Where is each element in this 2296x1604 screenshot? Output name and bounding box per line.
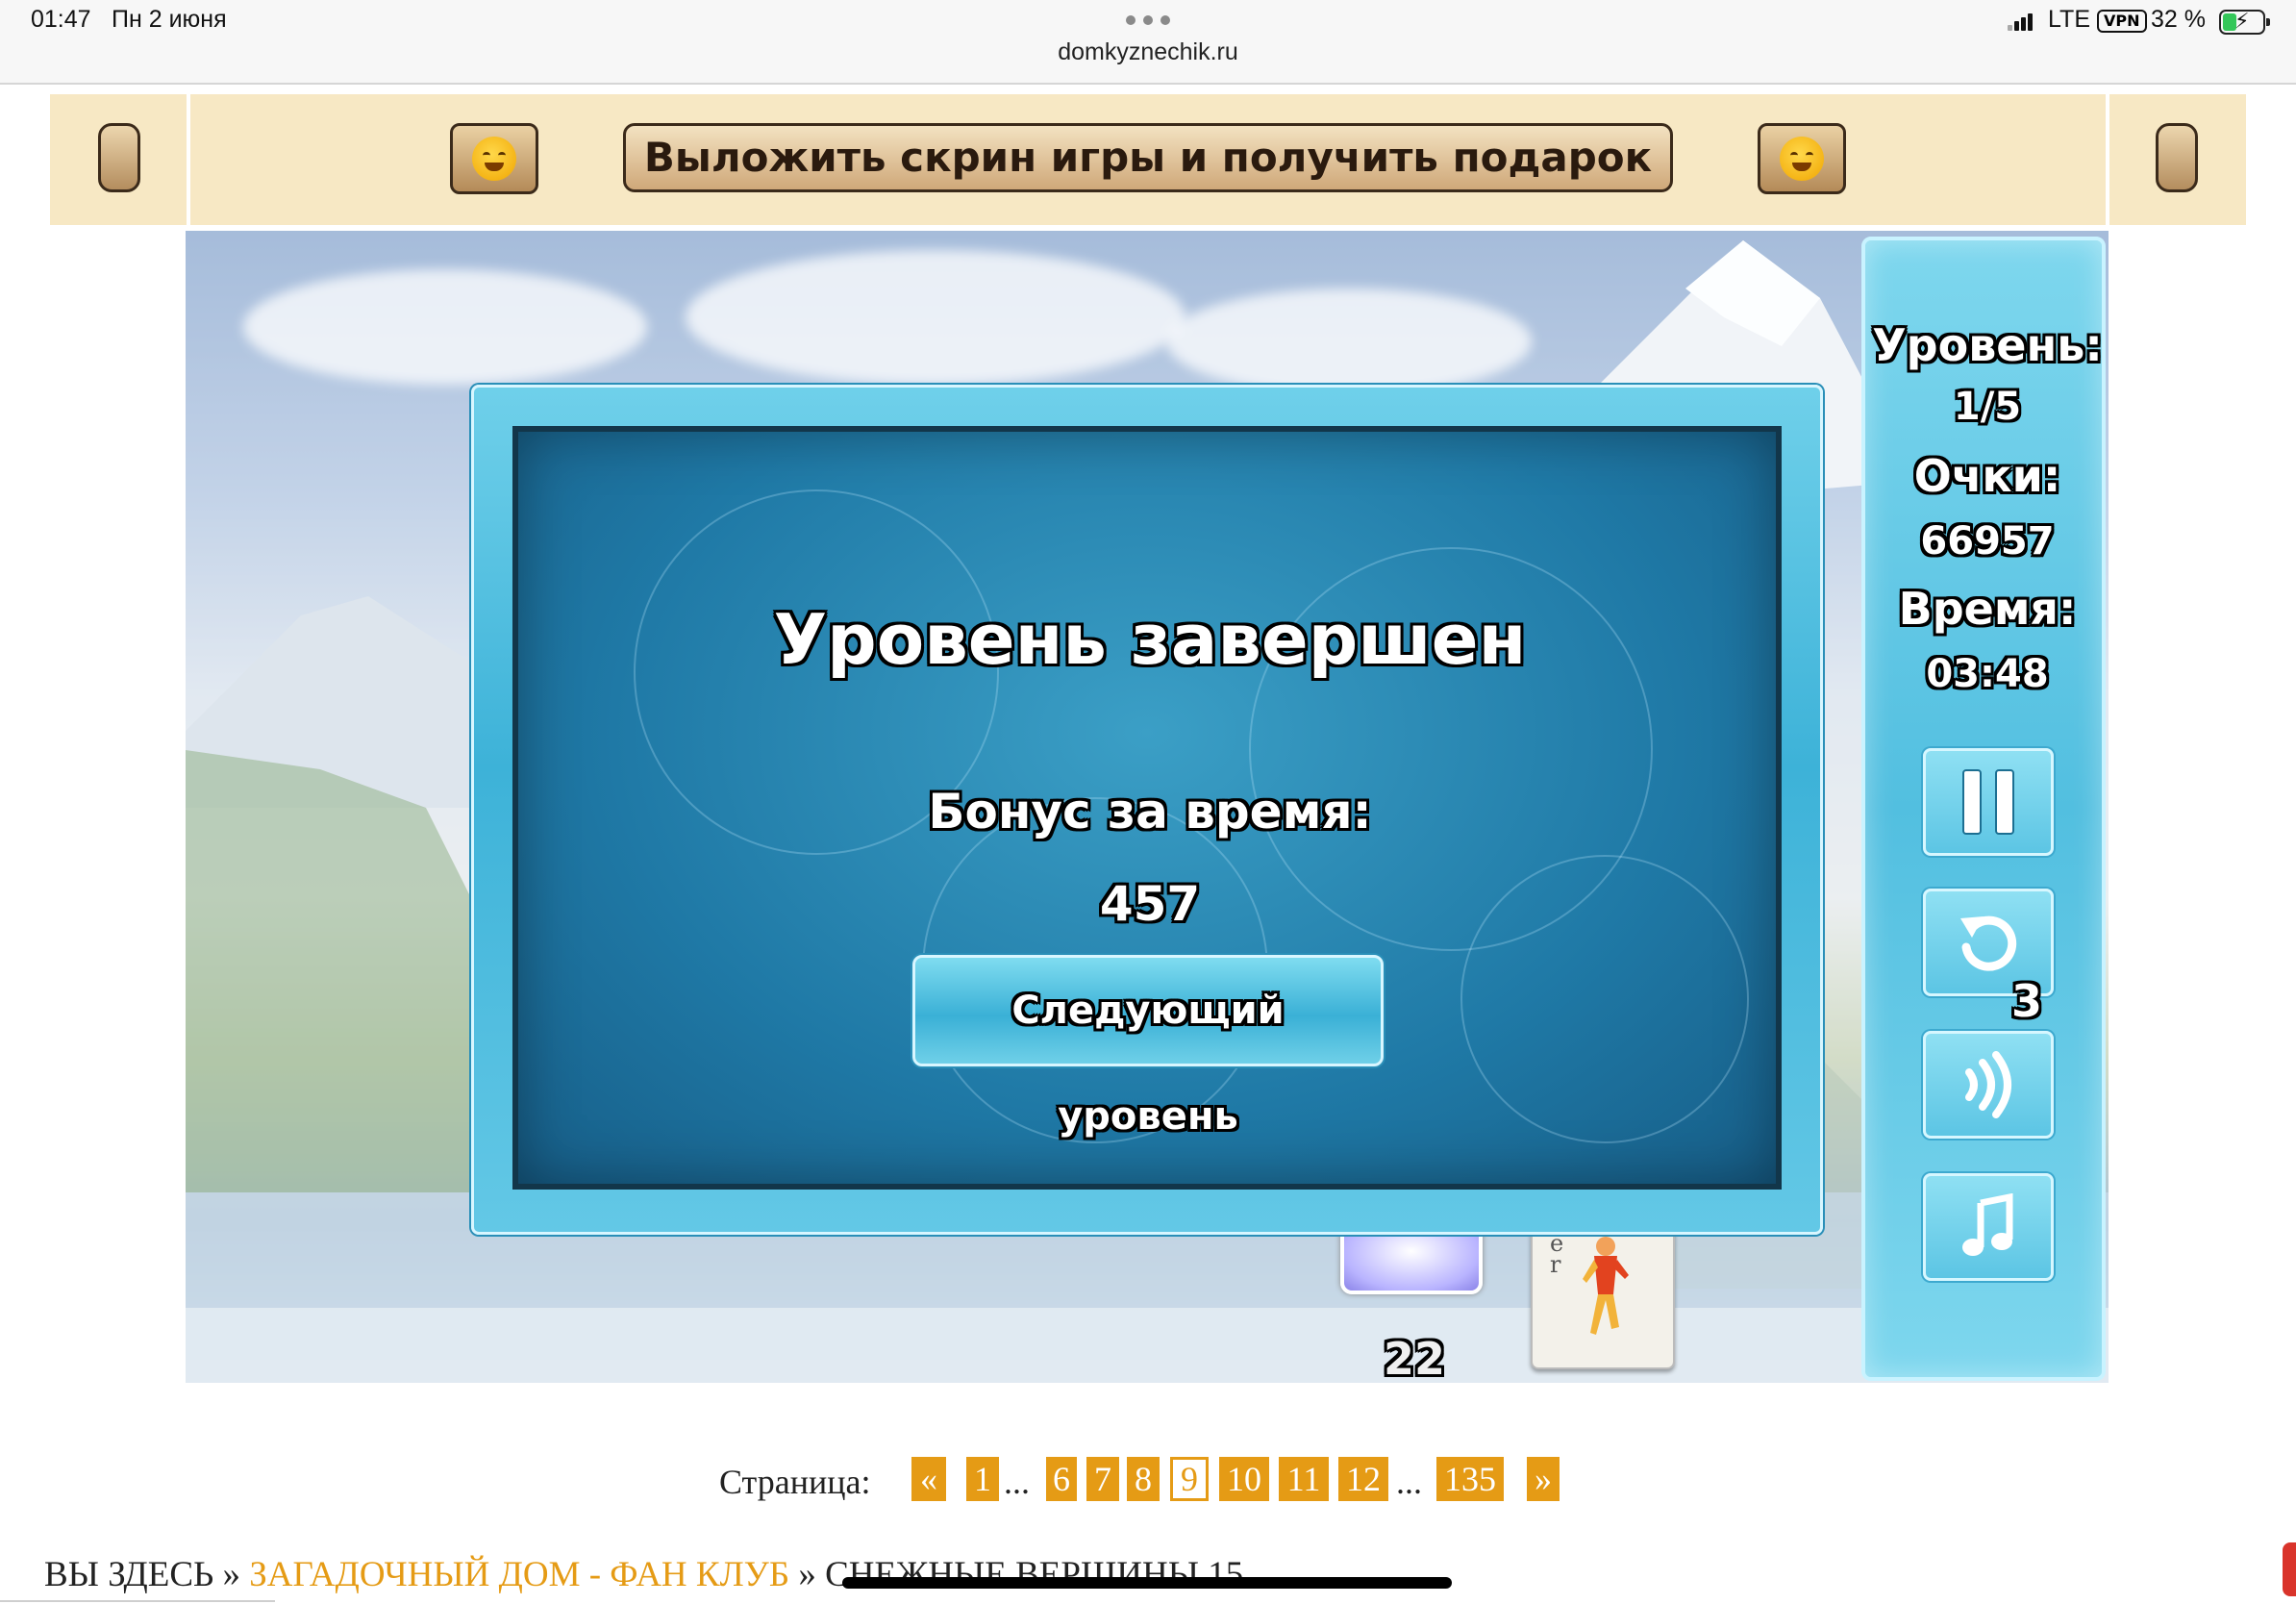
hugging-face-icon[interactable] [1758, 123, 1846, 194]
time-value: 03:48 [1926, 652, 2049, 696]
music-button[interactable] [1923, 1173, 2054, 1281]
pause-icon [1962, 769, 2014, 835]
jester-card[interactable]: er [1531, 1227, 1675, 1369]
pagination-label: Страница: [719, 1463, 871, 1501]
multitasking-dots-icon[interactable] [1126, 12, 1170, 25]
dialog-title: Уровень завершен [773, 599, 1527, 680]
undo-icon [1960, 915, 2017, 971]
breadcrumb-section-link[interactable]: ЗАГАДОЧНЫЙ ДОМ - ФАН КЛУБ [249, 1555, 789, 1594]
breadcrumb-separator: » [222, 1555, 241, 1594]
page-link[interactable]: 12 [1338, 1457, 1388, 1501]
date: Пн 2 июня [112, 6, 227, 33]
banner-right-handle[interactable] [2156, 123, 2198, 192]
prev-page-link[interactable]: « [911, 1457, 946, 1501]
banner-divider [187, 94, 190, 225]
undo-count: 3 [2011, 975, 2043, 1027]
page-link[interactable]: 10 [1219, 1457, 1269, 1501]
level-label: Уровень: [1872, 319, 2103, 371]
game-canvas[interactable]: 22 er Уровень завершен Бонус за время: 4… [186, 231, 2109, 1383]
deck-count: 22 [1383, 1333, 1445, 1383]
time-label: Время: [1898, 583, 2077, 635]
clock: 01:47 [31, 6, 91, 33]
score-label: Очки: [1913, 450, 2061, 502]
score-value: 66957 [1920, 519, 2055, 564]
side-tab[interactable] [2283, 1542, 2296, 1596]
status-bar: 01:47 Пн 2 июня domkyznechik.ru LTE VPN … [0, 0, 2296, 85]
battery-icon: ⚡ [2219, 10, 2270, 35]
next-level-label: Следующий уровень [1011, 989, 1285, 1139]
banner-divider [2106, 94, 2109, 225]
sound-button[interactable] [1923, 1031, 2054, 1139]
hugging-face-icon[interactable] [450, 123, 538, 194]
breadcrumb-here: ВЫ ЗДЕСЬ [44, 1555, 214, 1594]
music-icon [1962, 1193, 2013, 1256]
time-bonus-label: Бонус за время: [928, 784, 1372, 840]
sound-icon [1965, 1051, 2011, 1118]
next-page-link[interactable]: » [1527, 1457, 1560, 1501]
signal-icon [2008, 13, 2034, 31]
share-screenshot-button[interactable]: Выложить скрин игры и получить подарок [623, 123, 1673, 192]
current-page: 9 [1170, 1457, 1209, 1501]
address-bar-url[interactable]: domkyznechik.ru [0, 38, 2296, 66]
divider [0, 1600, 275, 1602]
page-link[interactable]: 1 [966, 1457, 999, 1501]
page-link[interactable]: 135 [1436, 1457, 1504, 1501]
card-corner-letters: er [1550, 1230, 1564, 1278]
home-indicator[interactable] [842, 1577, 1452, 1589]
breadcrumb-separator: » [798, 1555, 816, 1594]
pause-button[interactable] [1923, 748, 2054, 856]
page-link[interactable]: 6 [1046, 1457, 1077, 1501]
page-link[interactable]: 8 [1127, 1457, 1160, 1501]
vpn-badge: VPN [2097, 10, 2147, 33]
level-complete-dialog: Уровень завершен Бонус за время: 457 Сле… [471, 385, 1823, 1235]
next-level-button[interactable]: Следующий уровень [912, 955, 1384, 1139]
pagination-ellipsis: ... [1004, 1463, 1030, 1501]
page-link[interactable]: 7 [1086, 1457, 1119, 1501]
pagination-ellipsis: ... [1396, 1463, 1422, 1501]
banner-left-handle[interactable] [98, 123, 140, 192]
level-value: 1/5 [1953, 385, 2022, 429]
battery-percent: 32 % [2151, 6, 2206, 33]
pagination: Страница: « 1 ... 6 7 8 9 10 11 12 ... 1… [0, 1454, 2296, 1508]
promo-banner: Выложить скрин игры и получить подарок [50, 94, 2246, 225]
jester-figure-icon [1583, 1237, 1629, 1335]
game-side-panel: Уровень: 1/5 Очки: 66957 Время: 03:48 3 [1861, 237, 2106, 1381]
network-type: LTE [2048, 6, 2090, 33]
page-link[interactable]: 11 [1279, 1457, 1329, 1501]
time-bonus-value: 457 [1099, 876, 1201, 932]
